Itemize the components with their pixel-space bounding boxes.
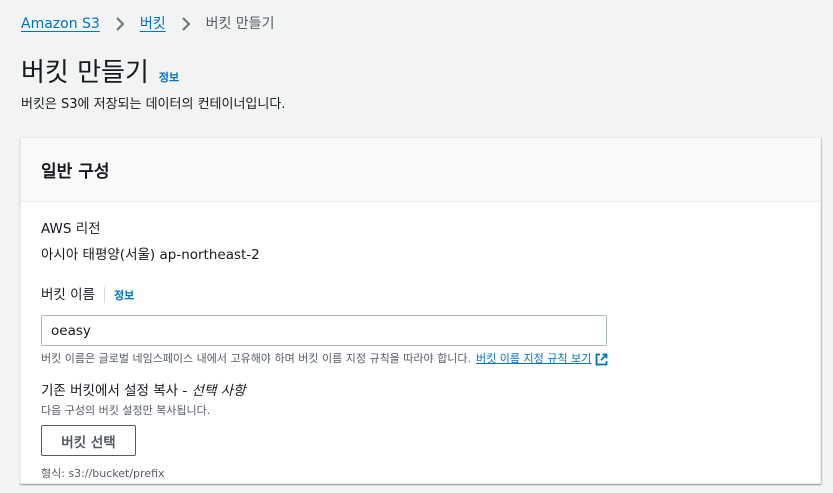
label-divider <box>103 287 105 303</box>
copy-settings-optional: 선택 사항 <box>191 383 246 399</box>
copy-settings-label: 기존 버킷에서 설정 복사 - 선택 사항 <box>41 382 800 400</box>
breadcrumb-buckets[interactable]: 버킷 <box>140 14 166 34</box>
external-link-icon[interactable] <box>595 353 608 366</box>
page-info-link[interactable]: 정보 <box>159 69 179 85</box>
bucket-name-label-row: 버킷 이름 정보 <box>41 286 800 304</box>
page-description: 버킷은 S3에 저장되는 데이터의 컨테이너입니다. <box>21 97 286 112</box>
chevron-right-icon <box>166 17 206 31</box>
panel-body: AWS 리전 아시아 태평양(서울) ap-northeast-2 버킷 이름 … <box>21 202 820 493</box>
copy-settings-label-text: 기존 버킷에서 설정 복사 - <box>41 383 188 399</box>
bucket-name-info-link[interactable]: 정보 <box>114 287 134 303</box>
bucket-name-hint-text: 버킷 이름은 글로벌 네임스페이스 내에서 고유해야 하며 버킷 이름 지정 규… <box>41 352 472 365</box>
naming-rules-link[interactable]: 버킷 이름 지정 규칙 보기 <box>476 351 591 367</box>
breadcrumb-amazon-s3[interactable]: Amazon S3 <box>21 14 100 34</box>
region-label: AWS 리전 <box>41 221 101 237</box>
bucket-name-hint: 버킷 이름은 글로벌 네임스페이스 내에서 고유해야 하며 버킷 이름 지정 규… <box>41 351 800 367</box>
chevron-right-icon <box>100 17 140 31</box>
page-header: 버킷 만들기 정보 <box>21 56 179 90</box>
panel-header: 일반 구성 <box>21 138 820 202</box>
breadcrumb-current: 버킷 만들기 <box>205 16 275 32</box>
region-value: 아시아 태평양(서울) ap-northeast-2 <box>41 247 260 263</box>
bucket-name-label: 버킷 이름 <box>41 287 95 303</box>
copy-settings-description: 다음 구성의 버킷 설정만 복사됩니다. <box>41 404 211 417</box>
panel-title: 일반 구성 <box>41 162 110 182</box>
format-hint: 형식: s3://bucket/prefix <box>41 467 165 480</box>
page-title: 버킷 만들기 <box>21 58 149 88</box>
general-configuration-panel: 일반 구성 AWS 리전 아시아 태평양(서울) ap-northeast-2 … <box>20 137 821 484</box>
bucket-name-input[interactable] <box>41 315 607 346</box>
choose-bucket-button[interactable]: 버킷 선택 <box>41 425 136 456</box>
breadcrumb: Amazon S3 버킷 버킷 만들기 <box>21 14 274 34</box>
